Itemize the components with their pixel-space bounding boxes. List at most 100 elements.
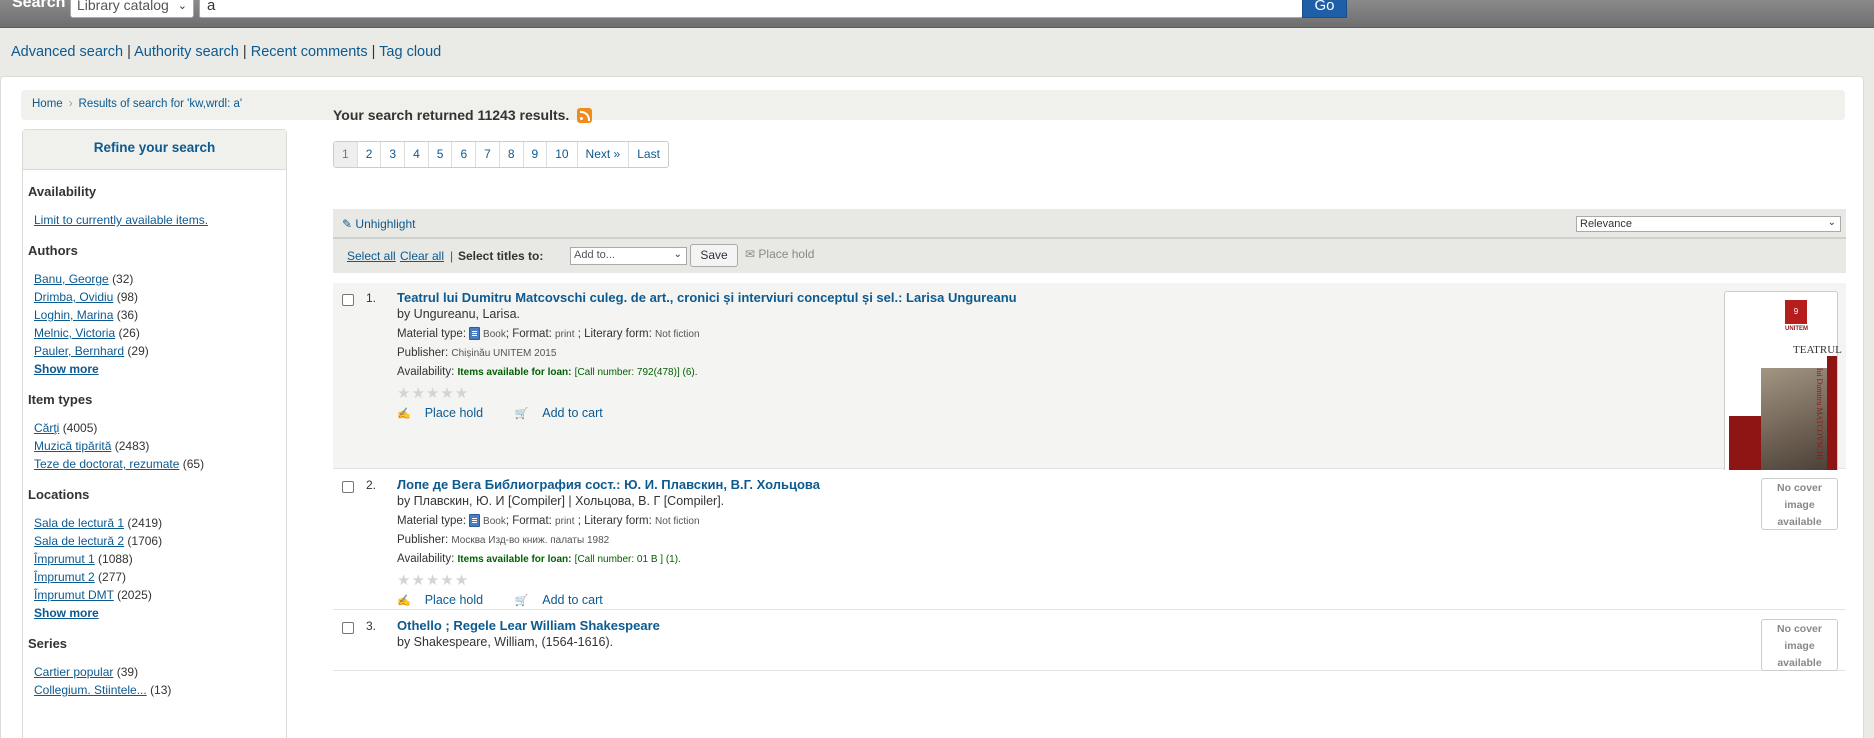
recent-comments-link[interactable]: Recent comments bbox=[251, 44, 368, 60]
record-publisher: Publisher: Москва Изд-во книж. палаты 19… bbox=[397, 533, 1577, 548]
facet-item: Melnic, Victoria (26) bbox=[34, 324, 286, 342]
search-sublinks: Advanced search | Authority search | Rec… bbox=[11, 44, 441, 60]
separator: | bbox=[127, 44, 131, 60]
page-link[interactable]: 8 bbox=[500, 142, 524, 167]
go-button[interactable]: Go bbox=[1302, 0, 1347, 18]
facet-link[interactable]: Împrumut DMT bbox=[34, 588, 114, 602]
pagination: 1 2 3 4 5 6 7 8 9 10 Next » Last bbox=[333, 141, 669, 168]
authority-search-link[interactable]: Authority search bbox=[134, 44, 239, 60]
facet-link[interactable]: Banu, George bbox=[34, 272, 109, 286]
search-input[interactable]: a bbox=[199, 0, 1303, 18]
facet-item: Muzică tipărită (2483) bbox=[34, 437, 286, 455]
record-author[interactable]: by Ungureanu, Larisa. bbox=[397, 306, 1577, 323]
add-to-cart-link[interactable]: 🛒 Add to cart bbox=[515, 406, 617, 420]
record-title[interactable]: Teatrul lui Dumitru Matcovschi culeg. de… bbox=[397, 290, 1577, 306]
rating-stars[interactable]: ★★★★★ bbox=[397, 386, 1577, 402]
facet-item: Împrumut 1 (1088) bbox=[34, 550, 286, 568]
record-author[interactable]: by Плавскин, Ю. И [Compiler] | Хольцова,… bbox=[397, 493, 1577, 510]
sort-select[interactable]: Relevance ⌄ bbox=[1576, 216, 1841, 232]
record-material: Material type: Book; Format: print ; Lite… bbox=[397, 514, 700, 527]
unhighlight-button[interactable]: ✎ Unhighlight bbox=[342, 217, 415, 231]
add-to-cart-label: Add to cart bbox=[542, 406, 603, 420]
facet-link[interactable]: Împrumut 2 bbox=[34, 570, 95, 584]
page-link[interactable]: 1 bbox=[334, 142, 358, 167]
material-value: Book bbox=[483, 516, 506, 527]
add-to-select[interactable]: Add to... ⌄ bbox=[570, 247, 687, 265]
book-cover[interactable]: 9 UNITEM TEATRUL lui Dumitru MATCOVSCHI bbox=[1724, 291, 1842, 491]
record-publisher: Publisher: Chișinău UNITEM 2015 bbox=[397, 346, 1577, 361]
save-button[interactable]: Save bbox=[690, 244, 738, 267]
cart-icon: 🛒 bbox=[514, 595, 529, 607]
place-hold-link[interactable]: ✍ Place hold bbox=[397, 593, 497, 607]
select-all-link[interactable]: Select all bbox=[347, 249, 396, 263]
facet-list-authors: Banu, George (32) Drimba, Ovidiu (98) Lo… bbox=[34, 270, 286, 360]
advanced-search-link[interactable]: Advanced search bbox=[11, 44, 123, 60]
facet-count: (36) bbox=[116, 308, 139, 322]
facet-link[interactable]: Loghin, Marina bbox=[34, 308, 113, 322]
record-number: 1. bbox=[366, 291, 377, 305]
place-hold-label: Place hold bbox=[424, 406, 484, 420]
place-hold-toolbar-button[interactable]: ✉ Place hold bbox=[745, 247, 814, 261]
facet-link[interactable]: Sala de lectură 1 bbox=[34, 516, 124, 530]
clear-all-link[interactable]: Clear all bbox=[400, 249, 444, 263]
record-author[interactable]: by Shakespeare, William, (1564-1616). bbox=[397, 634, 1577, 651]
breadcrumb-current[interactable]: Results of search for 'kw,wrdl: a' bbox=[79, 98, 243, 110]
page-link[interactable]: 6 bbox=[452, 142, 477, 167]
tag-cloud-link[interactable]: Tag cloud bbox=[379, 44, 441, 60]
facet-link[interactable]: Cărţi bbox=[34, 421, 59, 435]
cover-vertical-text: lui Dumitru MATCOVSCHI bbox=[1815, 368, 1824, 460]
facet-count: (32) bbox=[112, 272, 134, 286]
facet-link[interactable]: Drimba, Ovidiu bbox=[34, 290, 113, 304]
facet-count: (65) bbox=[182, 457, 205, 471]
cover-side-stripe bbox=[1827, 356, 1837, 486]
hold-icon: ✉ bbox=[745, 247, 756, 261]
record-checkbox[interactable] bbox=[342, 481, 354, 493]
facet-link[interactable]: Melnic, Victoria bbox=[34, 326, 115, 340]
material-label: Material type: bbox=[397, 328, 467, 340]
separator: | bbox=[371, 44, 376, 60]
search-bar: Search Library catalog ⌄ a Go bbox=[0, 0, 1874, 28]
page-link[interactable]: 5 bbox=[429, 142, 453, 167]
page-link[interactable]: 10 bbox=[547, 142, 578, 167]
place-hold-toolbar-label: Place hold bbox=[758, 247, 815, 261]
results-toolbar: ✎ Unhighlight Relevance ⌄ bbox=[333, 209, 1846, 239]
facet-link[interactable]: Împrumut 1 bbox=[34, 552, 95, 566]
page-next[interactable]: Next » bbox=[578, 142, 630, 167]
facet-item: Sala de lectură 2 (1706) bbox=[34, 532, 286, 550]
facet-link[interactable]: Teze de doctorat, rezumate bbox=[34, 457, 179, 471]
search-label: Search bbox=[12, 0, 66, 11]
record-checkbox[interactable] bbox=[342, 622, 354, 634]
facet-link[interactable]: Sala de lectură 2 bbox=[34, 534, 124, 548]
rss-icon[interactable] bbox=[577, 108, 593, 123]
record-title[interactable]: Лопе де Вега Библиография сост.: Ю. И. П… bbox=[397, 477, 1577, 493]
material-value: Book bbox=[483, 329, 506, 340]
show-more-locations[interactable]: Show more bbox=[34, 604, 286, 622]
page-link[interactable]: 9 bbox=[524, 142, 548, 167]
facet-link[interactable]: Pauler, Bernhard bbox=[34, 344, 124, 358]
facet-item: Banu, George (32) bbox=[34, 270, 286, 288]
publisher-value: Chișinău UNITEM 2015 bbox=[451, 348, 557, 359]
page-link[interactable]: 3 bbox=[381, 142, 406, 167]
facet-link[interactable]: Collegium. Stiintele... bbox=[34, 683, 147, 697]
facet-item: Collegium. Stiintele... (13) bbox=[34, 681, 286, 699]
select-titles-label: Select titles to: bbox=[458, 249, 544, 263]
facet-link[interactable]: Muzică tipărită bbox=[34, 439, 111, 453]
rating-stars[interactable]: ★★★★★ bbox=[397, 573, 1577, 589]
limit-available-link[interactable]: Limit to currently available items. bbox=[34, 213, 208, 227]
breadcrumb-separator: › bbox=[68, 98, 73, 110]
breadcrumb-home[interactable]: Home bbox=[32, 98, 63, 110]
page-link[interactable]: 4 bbox=[405, 142, 429, 167]
facet-item: Loghin, Marina (36) bbox=[34, 306, 286, 324]
record-title[interactable]: Othello ; Regele Lear William Shakespear… bbox=[397, 618, 1577, 634]
record-checkbox[interactable] bbox=[342, 294, 354, 306]
place-hold-link[interactable]: ✍ Place hold bbox=[397, 406, 497, 420]
page-link[interactable]: 2 bbox=[358, 142, 382, 167]
facet-heading-item-types: Item types bbox=[28, 392, 93, 407]
facet-heading-locations: Locations bbox=[28, 487, 90, 502]
show-more-authors[interactable]: Show more bbox=[34, 360, 286, 378]
add-to-cart-link[interactable]: 🛒 Add to cart bbox=[515, 593, 617, 607]
catalog-select[interactable]: Library catalog ⌄ bbox=[70, 0, 194, 18]
page-last[interactable]: Last bbox=[629, 142, 668, 167]
page-link[interactable]: 7 bbox=[476, 142, 500, 167]
facet-link[interactable]: Cartier popular bbox=[34, 665, 113, 679]
